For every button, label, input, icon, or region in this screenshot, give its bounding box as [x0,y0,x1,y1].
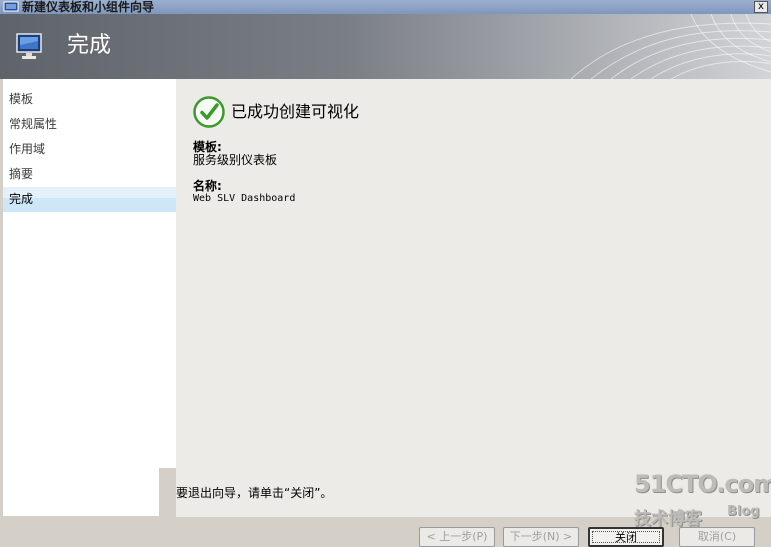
window-title: 新建仪表板和小组件向导 [22,0,155,14]
wizard-header-banner: 完成 [0,14,771,79]
close-button[interactable]: 关闭 [588,527,664,547]
site-watermark: 51CTO.com 技术博客 Blog [632,470,771,530]
template-label: 模板: [193,140,222,154]
watermark-site: 51CTO.com [634,470,771,498]
sidebar-item-completion[interactable]: 完成 [3,187,176,212]
success-message: 已成功创建可视化 [231,102,360,121]
exit-instruction: 要退出向导，请单击“关闭”。 [176,486,333,500]
template-value: 服务级别仪表板 [193,153,278,167]
success-check-icon [193,96,225,128]
name-label: 名称: [193,179,222,193]
sidebar-item-summary[interactable]: 摘要 [3,162,176,187]
next-button[interactable]: 下一步(N) > [503,527,579,547]
focus-rectangle [592,531,660,543]
sidebar-item-scope[interactable]: 作用域 [3,137,176,162]
sidebar-item-general-properties[interactable]: 常规属性 [3,112,176,137]
banner-swirl-decoration [570,14,771,79]
completion-content-panel: 已成功创建可视化 模板: 服务级别仪表板 名称: Web SLV Dashboa… [176,79,771,517]
wizard-app-icon [3,1,19,12]
cancel-button[interactable]: 取消(C) [679,527,755,547]
title-bar: 新建仪表板和小组件向导 x [0,0,771,14]
sidebar-item-template[interactable]: 模板 [3,87,176,112]
window-close-button[interactable]: x [754,1,768,13]
page-title: 完成 [67,33,112,58]
monitor-icon [16,33,42,59]
watermark-tagline: 技术博客 [634,509,702,529]
watermark-blog: Blog [727,504,760,519]
sidebar-lower-panel [3,468,159,516]
wizard-steps-sidebar: 模板 常规属性 作用域 摘要 完成 [3,79,176,468]
previous-button[interactable]: < 上一步(P) [419,527,495,547]
name-value: Web SLV Dashboard [193,193,296,204]
